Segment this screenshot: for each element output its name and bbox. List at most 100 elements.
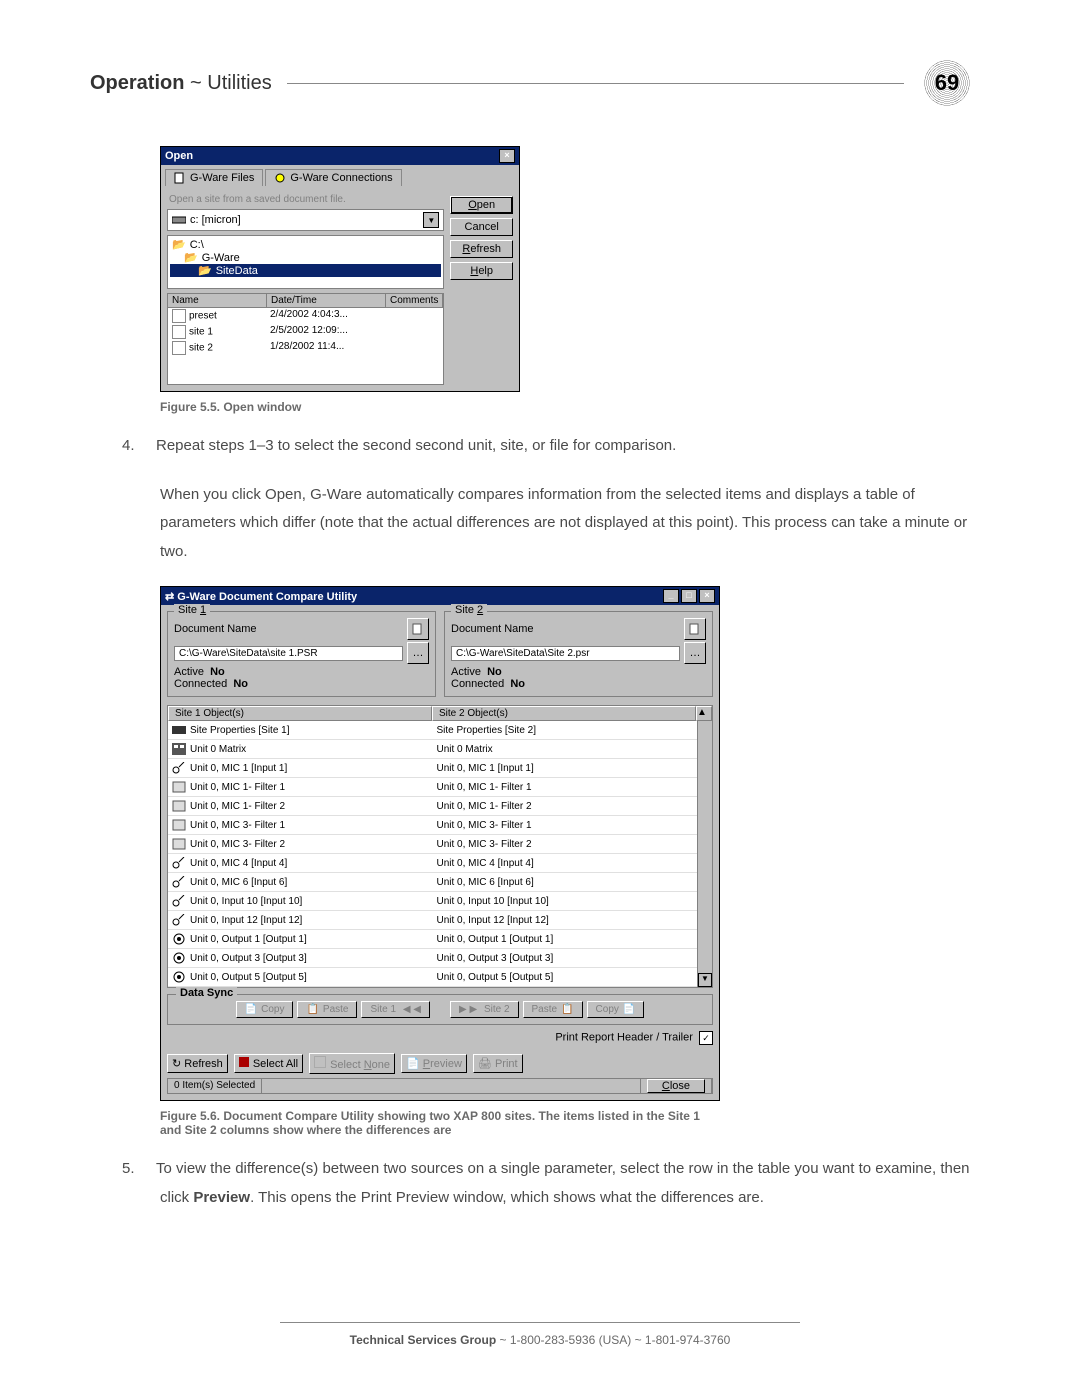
col-header-comments[interactable]: Comments — [386, 294, 443, 307]
header-strong: Operation — [90, 72, 184, 94]
file-row[interactable]: preset2/4/2002 4:04:3... — [168, 308, 443, 324]
close-icon[interactable]: × — [699, 589, 715, 603]
file-list[interactable]: Name Date/Time Comments preset2/4/2002 4… — [167, 293, 444, 385]
datasync-legend: Data Sync — [176, 987, 237, 999]
table-row[interactable]: Unit 0 Matrix — [168, 740, 433, 759]
table-row[interactable]: Unit 0, MIC 3- Filter 1 — [168, 816, 433, 835]
tab-label: G-Ware Connections — [290, 172, 392, 184]
table-row[interactable]: Unit 0, Output 1 [Output 1] — [168, 930, 433, 949]
cancel-button[interactable]: Cancel — [450, 218, 513, 236]
selectall-button[interactable]: Select All — [234, 1054, 303, 1073]
tree-item-selected[interactable]: 📂SiteData — [170, 264, 441, 277]
site2-browse-button[interactable]: … — [684, 642, 706, 664]
compare-titlebar[interactable]: ⇄ G-Ware Document Compare Utility _ □ × — [161, 587, 719, 605]
preview-button[interactable]: 📄 Preview — [401, 1054, 467, 1073]
step-number: 4. — [122, 432, 156, 461]
table-row[interactable]: Unit 0, Output 1 [Output 1] — [433, 930, 698, 949]
close-button[interactable]: Close — [647, 1079, 705, 1093]
tab-gware-files[interactable]: G-Ware Files — [165, 169, 263, 186]
table-row[interactable]: Site Properties [Site 1] — [168, 721, 433, 740]
ds-copy-left[interactable]: 📄Copy — [236, 1001, 294, 1018]
ds-site2[interactable]: ▶ ▶ Site 2 — [450, 1001, 519, 1018]
drive-combo[interactable]: c: [micron] ▼ — [167, 209, 444, 231]
table-row[interactable]: Unit 0 Matrix — [433, 740, 698, 759]
site1-path-field[interactable]: C:\G-Ware\SiteData\site 1.PSR — [174, 646, 403, 661]
table-row[interactable]: Unit 0, Input 10 [Input 10] — [433, 892, 698, 911]
row-icon — [172, 781, 186, 793]
report-checkbox[interactable]: ✓ — [699, 1031, 713, 1045]
tree-item[interactable]: 📂C:\ — [170, 238, 441, 251]
file-row[interactable]: site 12/5/2002 12:09:... — [168, 324, 443, 340]
table-row[interactable]: Unit 0, MIC 1- Filter 2 — [168, 797, 433, 816]
open-button[interactable]: Open — [450, 196, 513, 214]
row-icon — [172, 857, 186, 869]
preview-icon: 📄 — [406, 1058, 420, 1070]
help-button[interactable]: Help — [450, 262, 513, 280]
table-row[interactable]: Unit 0, MIC 1- Filter 1 — [433, 778, 698, 797]
site1-browse-button[interactable]: … — [407, 642, 429, 664]
scroll-up-icon[interactable]: ▲ — [696, 706, 712, 721]
ds-copy-right[interactable]: Copy📄 — [587, 1001, 645, 1018]
scroll-down-icon[interactable]: ▼ — [698, 973, 712, 987]
refresh-icon: ↻ — [172, 1058, 181, 1070]
open-hint: Open a site from a saved document file. — [169, 194, 444, 205]
ds-paste-left[interactable]: 📋Paste — [297, 1001, 357, 1018]
compare-utility-window: ⇄ G-Ware Document Compare Utility _ □ × … — [160, 586, 720, 1101]
table-row[interactable]: Unit 0, Output 5 [Output 5] — [433, 968, 698, 987]
table-row[interactable]: Unit 0, MIC 1- Filter 1 — [168, 778, 433, 797]
print-button[interactable]: 🖨 Print — [473, 1054, 523, 1073]
close-icon[interactable]: × — [499, 149, 515, 163]
chevron-down-icon[interactable]: ▼ — [423, 212, 439, 228]
site1-doc-button[interactable] — [407, 618, 429, 640]
table-row[interactable]: Unit 0, MIC 6 [Input 6] — [168, 873, 433, 892]
row-icon — [172, 933, 186, 945]
table-row[interactable]: Unit 0, MIC 3- Filter 2 — [168, 835, 433, 854]
table-row[interactable]: Unit 0, MIC 6 [Input 6] — [433, 873, 698, 892]
row-icon — [172, 743, 186, 755]
table-row[interactable]: Site Properties [Site 2] — [433, 721, 698, 740]
selectnone-icon — [314, 1056, 326, 1068]
refresh-button[interactable]: Refresh — [450, 240, 513, 258]
tree-item[interactable]: 📂G-Ware — [170, 251, 441, 264]
table-row[interactable]: Unit 0, MIC 4 [Input 4] — [168, 854, 433, 873]
table-row[interactable]: Unit 0, Output 3 [Output 3] — [168, 949, 433, 968]
table-row[interactable]: Unit 0, Output 5 [Output 5] — [168, 968, 433, 987]
table-row[interactable]: Unit 0, MIC 3- Filter 1 — [433, 816, 698, 835]
table-row[interactable]: Unit 0, MIC 1- Filter 2 — [433, 797, 698, 816]
minimize-icon[interactable]: _ — [663, 589, 679, 603]
tab-label: G-Ware Files — [190, 172, 254, 184]
table-row[interactable]: Unit 0, MIC 1 [Input 1] — [168, 759, 433, 778]
table-row[interactable]: Unit 0, Input 10 [Input 10] — [168, 892, 433, 911]
refresh-button[interactable]: ↻ Refresh — [167, 1054, 228, 1073]
folder-open-icon: 📂 — [184, 251, 198, 264]
maximize-icon[interactable]: □ — [681, 589, 697, 603]
selectnone-button[interactable]: Select None — [309, 1053, 395, 1074]
table-row[interactable]: Unit 0, Input 12 [Input 12] — [168, 911, 433, 930]
step-5: 5.To view the difference(s) between two … — [160, 1155, 970, 1212]
body-para: When you click Open, G-Ware automaticall… — [160, 481, 970, 567]
table-row[interactable]: Unit 0, Output 3 [Output 3] — [433, 949, 698, 968]
ds-paste-right[interactable]: Paste📋 — [523, 1001, 583, 1018]
file-icon — [172, 341, 186, 355]
col-header-site2[interactable]: Site 2 Object(s) — [432, 706, 696, 721]
col-header-datetime[interactable]: Date/Time — [267, 294, 386, 307]
tab-gware-connections[interactable]: G-Ware Connections — [265, 169, 401, 186]
folder-tree[interactable]: 📂C:\ 📂G-Ware 📂SiteData — [167, 235, 444, 289]
compare-table[interactable]: Site 1 Object(s) Site 2 Object(s) ▲ Site… — [167, 705, 713, 988]
table-row[interactable]: Unit 0, MIC 3- Filter 2 — [433, 835, 698, 854]
row-icon — [172, 724, 186, 736]
table-row[interactable]: Unit 0, MIC 4 [Input 4] — [433, 854, 698, 873]
file-row[interactable]: site 21/28/2002 11:4... — [168, 340, 443, 356]
col-header-site1[interactable]: Site 1 Object(s) — [168, 706, 432, 721]
scrollbar[interactable]: ▼ — [697, 721, 712, 987]
page-number: 69 — [935, 70, 959, 96]
site2-path-field[interactable]: C:\G-Ware\SiteData\Site 2.psr — [451, 646, 680, 661]
table-row[interactable]: Unit 0, Input 12 [Input 12] — [433, 911, 698, 930]
site2-doc-button[interactable] — [684, 618, 706, 640]
ds-site1[interactable]: Site 1 ◀ ◀ — [361, 1001, 430, 1018]
open-dialog-titlebar[interactable]: Open × — [161, 147, 519, 165]
table-row[interactable]: Unit 0, MIC 1 [Input 1] — [433, 759, 698, 778]
col-header-name[interactable]: Name — [168, 294, 267, 307]
file-icon — [174, 172, 186, 184]
page-number-badge: 69 — [924, 60, 970, 106]
